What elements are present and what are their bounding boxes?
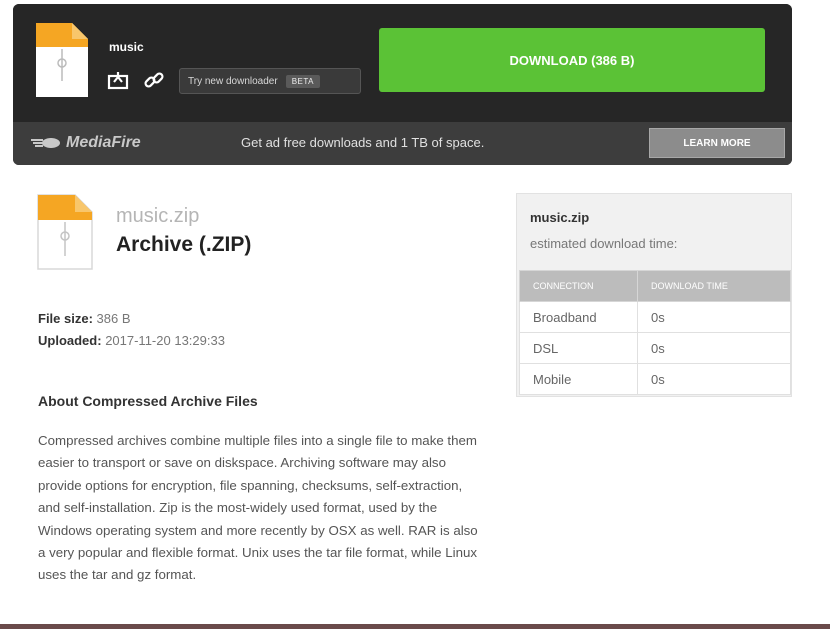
column-header: CONNECTION <box>519 270 638 302</box>
time-cell: 0s <box>637 332 791 364</box>
file-size-value: 386 B <box>96 311 131 326</box>
new-downloader-label: Try new downloader <box>188 75 278 87</box>
file-name-heading: music.zip <box>116 205 200 227</box>
link-icon[interactable] <box>143 70 165 90</box>
column-header: DOWNLOAD TIME <box>637 270 791 302</box>
connection-cell: DSL <box>519 332 638 364</box>
table-header-row: CONNECTION DOWNLOAD TIME <box>519 270 791 302</box>
download-estimate-box: music.zip estimated download time: CONNE… <box>516 193 792 397</box>
file-type-heading: Archive (.ZIP) <box>116 233 252 256</box>
download-panel: music Try new downloader BETA DOWNLOAD (… <box>13 4 792 165</box>
upload-date: Uploaded: 2017-11-20 13:29:33 <box>38 333 225 348</box>
ad-message: Get ad free downloads and 1 TB of space. <box>241 135 485 150</box>
mediafire-logo-icon <box>31 138 60 148</box>
new-downloader-button[interactable]: Try new downloader BETA <box>179 68 361 94</box>
time-cell: 0s <box>637 363 791 395</box>
estimate-file-name: music.zip <box>530 210 590 225</box>
file-name: music <box>109 40 144 54</box>
about-text: Compressed archives combine multiple fil… <box>38 433 478 583</box>
ad-bar: MediaFire Get ad free downloads and 1 TB… <box>13 122 792 165</box>
share-icon[interactable] <box>107 70 129 90</box>
estimate-table: CONNECTION DOWNLOAD TIME Broadband 0s DS… <box>519 270 791 395</box>
download-button[interactable]: DOWNLOAD (386 B) <box>379 28 765 92</box>
mediafire-logo[interactable]: MediaFire <box>31 134 141 152</box>
page-divider <box>0 624 830 629</box>
table-row: Mobile 0s <box>519 363 791 395</box>
estimate-subtitle: estimated download time: <box>530 236 678 251</box>
file-size-label: File size: <box>38 311 93 326</box>
table-row: Broadband 0s <box>519 301 791 333</box>
connection-cell: Mobile <box>519 363 638 395</box>
upload-date-label: Uploaded: <box>38 333 102 348</box>
upload-date-value: 2017-11-20 13:29:33 <box>105 333 225 348</box>
about-title: About Compressed Archive Files <box>38 393 258 409</box>
zip-file-icon <box>37 194 93 270</box>
connection-cell: Broadband <box>519 301 638 333</box>
download-row: music Try new downloader BETA DOWNLOAD (… <box>13 4 792 122</box>
beta-badge: BETA <box>285 74 320 88</box>
zip-file-icon <box>36 23 88 97</box>
file-size: File size: 386 B <box>38 311 131 326</box>
table-row: DSL 0s <box>519 332 791 364</box>
learn-more-button[interactable]: LEARN MORE <box>649 128 785 158</box>
mediafire-logo-text: MediaFire <box>66 134 141 151</box>
time-cell: 0s <box>637 301 791 333</box>
